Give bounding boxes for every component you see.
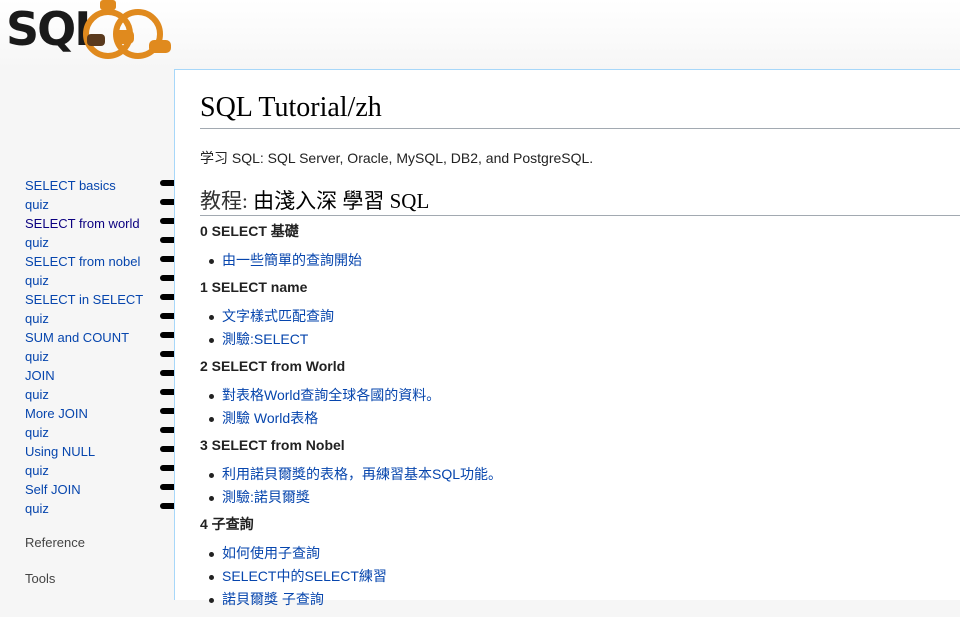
sidebar-nav-item[interactable]: quiz (25, 385, 165, 404)
sidebar-nav-item[interactable]: quiz (25, 347, 165, 366)
sidebar-nav-item[interactable]: quiz (25, 423, 165, 442)
lesson-link[interactable]: 測驗:SELECT (222, 331, 308, 347)
sidebar-nav-item[interactable]: quiz (25, 499, 165, 518)
sidebar: SELECT basics quiz SELECT from world quiz SE… (0, 70, 190, 590)
lesson-list: 0 SELECT 基礎由一些簡單的查詢開始 1 SELECT name 文字樣式匹配… (200, 222, 940, 617)
sidebar-nav-item[interactable]: JOIN (25, 366, 165, 385)
page-title: SQL Tutorial/zh (200, 90, 960, 129)
sidebar-nav-item[interactable]: More JOIN (25, 404, 165, 423)
tutorial-heading-text: 由淺入深 學習 SQL (247, 189, 430, 213)
lesson-link-item: 由一些簡單的查詢開始 (200, 249, 940, 272)
lesson-link[interactable]: 由一些簡單的查詢開始 (222, 252, 362, 268)
sidebar-nav-item[interactable]: SELECT from nobel (25, 252, 165, 271)
sidebar-nav-item[interactable]: SELECT in SELECT (25, 290, 165, 309)
lesson-link-item: 測驗:諾貝爾獎 (200, 486, 940, 509)
lesson-link-item: 對表格World查詢全球各國的資料。 (200, 384, 940, 407)
lesson-title: 4 子查詢 (200, 516, 254, 532)
lesson-title: 1 SELECT name (200, 279, 308, 295)
sqlzoo-logo[interactable]: SQL (4, 0, 174, 62)
main-content: SQL Tutorial/zh 学习 SQL: SQL Server, Orac… (174, 69, 960, 607)
lesson-link[interactable]: 如何使用子查詢 (222, 545, 320, 561)
intro-text: 学习 SQL: SQL Server, Oracle, MySQL, DB2, … (200, 150, 594, 166)
lesson-link[interactable]: 測驗:諾貝爾獎 (222, 489, 310, 505)
lesson-link[interactable]: SELECT中的SELECT練習 (222, 568, 387, 584)
lesson-link-item: 測驗 World表格 (200, 407, 940, 430)
sidebar-nav-item[interactable]: Self JOIN (25, 480, 165, 499)
lesson-link-list: 如何使用子查詢 SELECT中的SELECT練習 諾貝爾獎 子查詢 (200, 542, 940, 611)
lesson-link-list: 文字樣式匹配查詢 測驗:SELECT (200, 305, 940, 351)
lesson-title: 0 SELECT 基礎 (200, 223, 299, 239)
lesson-link[interactable]: 諾貝爾獎 子查詢 (222, 591, 324, 607)
sidebar-nav-item[interactable]: quiz (25, 271, 165, 290)
lesson-link-list: 由一些簡單的查詢開始 (200, 249, 940, 272)
lesson-link-item: 諾貝爾獎 子查詢 (200, 588, 940, 611)
sidebar-nav-item[interactable]: SELECT from world (25, 214, 165, 233)
sidebar-reference-heading[interactable]: Reference (25, 535, 85, 550)
tutorial-heading: 教程: 由淺入深 學習 SQL (200, 188, 960, 216)
lesson-link-item: 利用諾貝爾獎的表格，再練習基本SQL功能。 (200, 463, 940, 486)
sidebar-nav-item[interactable]: quiz (25, 461, 165, 480)
sidebar-nav-item[interactable]: quiz (25, 309, 165, 328)
lesson-link[interactable]: 文字樣式匹配查詢 (222, 308, 334, 324)
sidebar-nav-item[interactable]: quiz (25, 195, 165, 214)
lesson-link[interactable]: 利用諾貝爾獎的表格，再練習基本SQL功能。 (222, 466, 502, 482)
sidebar-nav-item[interactable]: SUM and COUNT (25, 328, 165, 347)
lesson-link-list: 利用諾貝爾獎的表格，再練習基本SQL功能。 測驗:諾貝爾獎 (200, 463, 940, 509)
sidebar-nav-item[interactable]: quiz (25, 233, 165, 252)
lesson-link-list: 對表格World查詢全球各國的資料。 測驗 World表格 (200, 384, 940, 430)
lesson-link[interactable]: 測驗 World表格 (222, 410, 318, 426)
lesson-title: 2 SELECT from World (200, 358, 346, 374)
lesson-link[interactable]: 對表格World查詢全球各國的資料。 (222, 387, 440, 403)
tutorial-nav: SELECT basics quiz SELECT from world quiz SE… (25, 176, 190, 518)
sidebar-nav-item[interactable]: Using NULL (25, 442, 165, 461)
sidebar-tools-heading[interactable]: Tools (25, 571, 55, 586)
lesson-link-item: SELECT中的SELECT練習 (200, 565, 940, 588)
lesson-link-item: 測驗:SELECT (200, 328, 940, 351)
lesson-title: 3 SELECT from Nobel (200, 437, 345, 453)
sidebar-nav-item[interactable]: SELECT basics (25, 176, 165, 195)
logo-rings-icon (83, 0, 171, 59)
tutorial-heading-prefix: 教程: (200, 189, 248, 213)
lesson-link-item: 文字樣式匹配查詢 (200, 305, 940, 328)
lesson-link-item: 如何使用子查詢 (200, 542, 940, 565)
